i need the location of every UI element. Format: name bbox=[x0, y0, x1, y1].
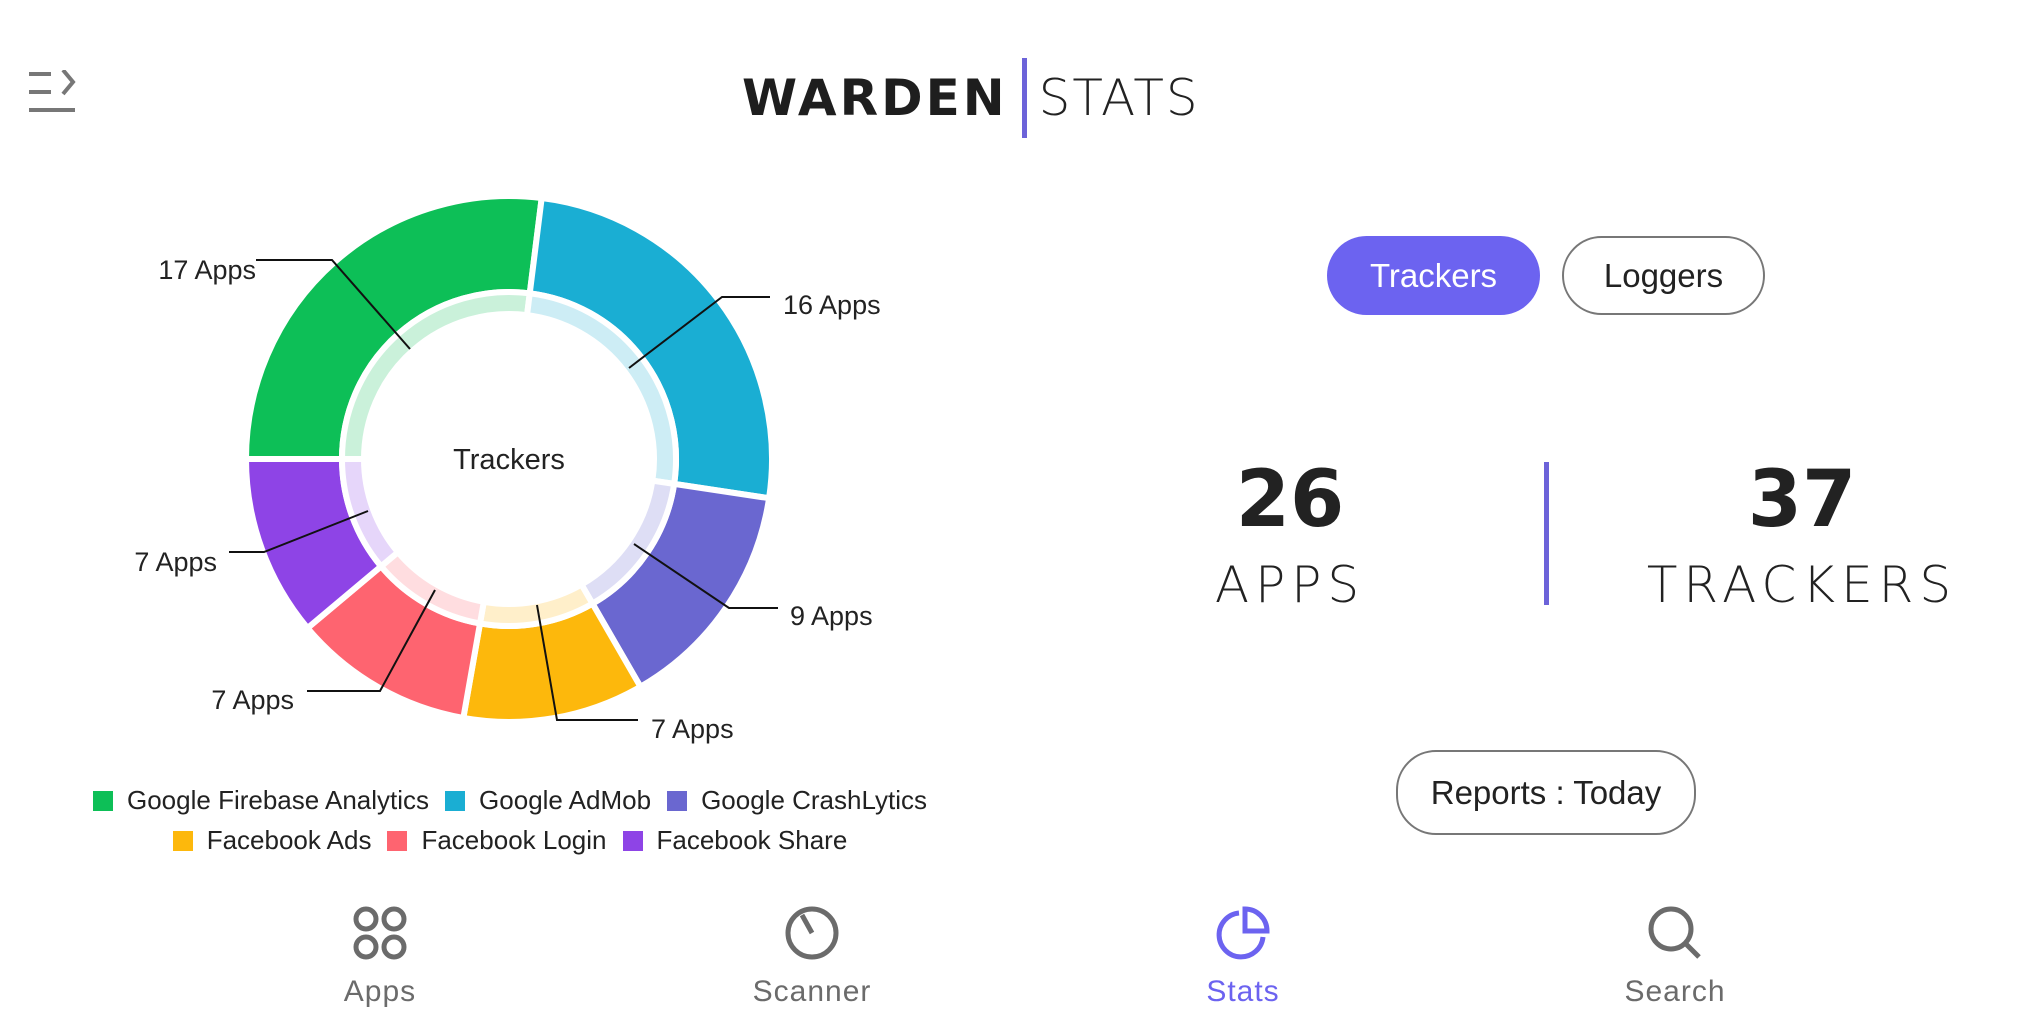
legend-item: Google CrashLytics bbox=[667, 785, 927, 816]
legend-item: Facebook Login bbox=[387, 825, 607, 856]
reports-period-button[interactable]: Reports : Today bbox=[1396, 750, 1696, 835]
legend-label: Google AdMob bbox=[479, 785, 652, 815]
slice-value-label: 16 Apps bbox=[783, 290, 881, 320]
nav-scanner[interactable]: Scanner bbox=[712, 905, 912, 1009]
search-icon bbox=[1648, 906, 1701, 959]
legend-swatch bbox=[667, 790, 688, 811]
nav-label: Apps bbox=[343, 975, 417, 1008]
slice-value-label: 7 Apps bbox=[211, 685, 294, 715]
app-title: WARDEN STATS bbox=[742, 58, 1200, 138]
legend-swatch bbox=[172, 830, 193, 851]
slice-value-label: 9 Apps bbox=[790, 601, 873, 631]
nav-label: Search bbox=[1624, 975, 1726, 1008]
title-light: STATS bbox=[1038, 69, 1200, 127]
nav-apps[interactable]: Apps bbox=[280, 905, 480, 1009]
legend-label: Google Firebase Analytics bbox=[127, 785, 430, 815]
menu-expand-icon[interactable] bbox=[29, 70, 79, 114]
trackers-donut-chart: 17 Apps 16 Apps 9 Apps 7 Apps 7 Apps 7 Apps T… bbox=[134, 193, 881, 744]
legend-swatch bbox=[622, 830, 643, 851]
apps-grid-icon bbox=[353, 906, 407, 960]
legend-item: Google Firebase Analytics bbox=[93, 785, 429, 816]
legend-swatch bbox=[387, 830, 408, 851]
legend-item: Facebook Share bbox=[622, 825, 848, 856]
legend-label: Google CrashLytics bbox=[701, 785, 927, 815]
legend-label: Facebook Login bbox=[421, 825, 607, 855]
legend-swatch bbox=[93, 790, 113, 811]
nav-label: Stats bbox=[1206, 975, 1280, 1008]
apps-caption: APPS bbox=[1214, 556, 1366, 614]
title-bold: WARDEN bbox=[742, 69, 1008, 127]
legend-swatch bbox=[445, 790, 466, 811]
legend-item: Google AdMob bbox=[445, 785, 651, 816]
slice-value-label: 17 Apps bbox=[158, 255, 256, 285]
trackers-caption: TRACKERS bbox=[1646, 556, 1958, 614]
legend-row-2: Facebook Ads Facebook Login Facebook Sha… bbox=[0, 825, 1020, 856]
legend-label: Facebook Ads bbox=[206, 825, 372, 855]
donut-slice bbox=[526, 194, 775, 502]
nav-label: Scanner bbox=[752, 975, 872, 1008]
title-divider bbox=[1021, 58, 1027, 138]
stats-divider bbox=[1544, 462, 1549, 605]
trackers-count: 37 bbox=[1747, 455, 1857, 545]
pie-chart-icon bbox=[1216, 906, 1270, 960]
slice-value-label: 7 Apps bbox=[134, 547, 217, 577]
slice-value-label: 7 Apps bbox=[651, 714, 734, 744]
scanner-gauge-icon bbox=[785, 906, 839, 960]
nav-stats[interactable]: Stats bbox=[1143, 905, 1343, 1009]
legend-item: Facebook Ads bbox=[172, 825, 372, 856]
legend-row-1: Google Firebase Analytics Google AdMob G… bbox=[0, 785, 1020, 816]
legend-label: Facebook Share bbox=[656, 825, 848, 855]
nav-search[interactable]: Search bbox=[1575, 905, 1775, 1009]
donut-center-label: Trackers bbox=[453, 444, 565, 476]
donut-slice bbox=[242, 193, 546, 462]
loggers-toggle-button[interactable]: Loggers bbox=[1562, 236, 1765, 315]
apps-count: 26 bbox=[1235, 455, 1345, 545]
trackers-toggle-button[interactable]: Trackers bbox=[1327, 236, 1540, 315]
